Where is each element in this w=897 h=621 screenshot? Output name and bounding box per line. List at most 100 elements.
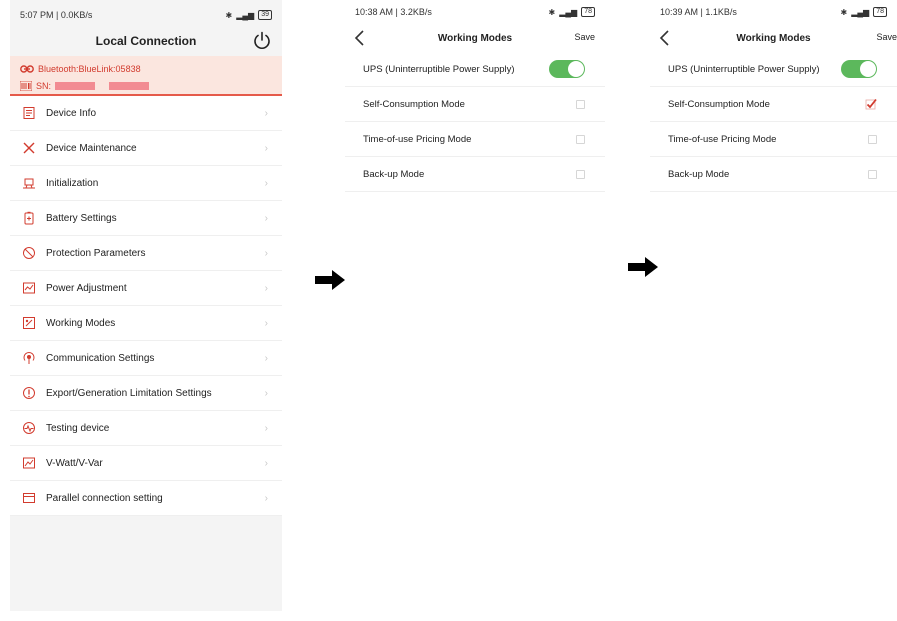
power-icon[interactable]	[252, 30, 272, 50]
menu-item-device-maintenance[interactable]: Device Maintenance ›	[10, 131, 282, 166]
menu-item-label: Battery Settings	[46, 212, 117, 224]
chevron-right-icon: ›	[264, 457, 268, 469]
mode-row[interactable]: Back-up Mode	[650, 157, 897, 192]
page-title: Working Modes	[437, 32, 513, 44]
connection-panel: Bluetooth:BlueLink:05838 SN:	[10, 56, 282, 96]
menu-item-working-modes[interactable]: Working Modes ›	[10, 306, 282, 341]
menu-item-testing-device[interactable]: Testing device ›	[10, 411, 282, 446]
mode-checkbox[interactable]	[865, 98, 877, 110]
chart-icon	[23, 457, 35, 469]
mode-label: UPS (Uninterruptible Power Supply)	[668, 63, 820, 75]
mode-label: Back-up Mode	[363, 168, 425, 180]
mode-checkbox[interactable]	[868, 134, 877, 144]
menu-item-label: Initialization	[46, 177, 99, 189]
mode-row[interactable]: Time-of-use Pricing Mode	[650, 122, 897, 157]
ups-toggle[interactable]	[549, 60, 585, 78]
back-arrow-icon[interactable]	[353, 29, 365, 47]
menu-item-label: Working Modes	[46, 317, 116, 329]
mode-checkbox[interactable]	[868, 169, 877, 179]
chevron-right-icon: ›	[264, 177, 268, 189]
mode-label: Time-of-use Pricing Mode	[668, 133, 777, 145]
menu-item-v-watt-v-var[interactable]: V-Watt/V-Var ›	[10, 446, 282, 481]
mode-checkbox[interactable]	[576, 169, 585, 179]
mode-row[interactable]: Self-Consumption Mode	[650, 87, 897, 122]
menu-item-label: Device Maintenance	[46, 142, 137, 154]
sn-label: SN:	[36, 81, 52, 91]
settings-menu: Device Info › Device Maintenance › Initializ…	[10, 96, 282, 516]
mode-label: UPS (Uninterruptible Power Supply)	[363, 63, 515, 75]
working-modes-screen-after: 10:39 AM | 1.1KB/s ✱ ▂▄▆ 78 Working Mode…	[650, 0, 897, 200]
status-time: 5:07 PM | 0.0KB/s	[20, 10, 93, 20]
menu-item-label: Protection Parameters	[46, 247, 146, 259]
mode-row[interactable]: UPS (Uninterruptible Power Supply)	[345, 52, 605, 87]
initialization-icon	[23, 178, 35, 189]
battery-icon: 78	[581, 7, 595, 17]
menu-item-parallel-connection-setting[interactable]: Parallel connection setting ›	[10, 481, 282, 516]
modes-list: UPS (Uninterruptible Power Supply) Self-C…	[650, 52, 897, 192]
device-info-icon	[23, 107, 35, 119]
chevron-right-icon: ›	[264, 387, 268, 399]
link-icon	[20, 65, 34, 73]
parallel-icon	[23, 493, 35, 503]
mode-label: Time-of-use Pricing Mode	[363, 133, 472, 145]
status-time: 10:38 AM | 3.2KB/s	[355, 7, 432, 17]
chevron-right-icon: ›	[264, 247, 268, 259]
status-bar: 5:07 PM | 0.0KB/s ✱ ▂▄▆ 39	[10, 0, 282, 26]
status-bar: 10:38 AM | 3.2KB/s ✱ ▂▄▆ 78	[345, 0, 605, 24]
chevron-right-icon: ›	[264, 282, 268, 294]
menu-item-export-generation-limitation-settings[interactable]: Export/Generation Limitation Settings ›	[10, 376, 282, 411]
status-icons: ✱ ▂▄▆ 78	[549, 7, 595, 17]
chevron-right-icon: ›	[264, 107, 268, 119]
ups-toggle[interactable]	[841, 60, 877, 78]
battery-icon	[24, 211, 34, 225]
mode-label: Self-Consumption Mode	[668, 98, 770, 110]
working-modes-screen-before: 10:38 AM | 3.2KB/s ✱ ▂▄▆ 78 Working Mode…	[345, 0, 605, 200]
chevron-right-icon: ›	[264, 317, 268, 329]
signal-icon: ▂▄▆	[559, 7, 578, 17]
menu-item-communication-settings[interactable]: Communication Settings ›	[10, 341, 282, 376]
mode-row[interactable]: Self-Consumption Mode	[345, 87, 605, 122]
menu-item-label: V-Watt/V-Var	[46, 457, 103, 469]
status-bar: 10:39 AM | 1.1KB/s ✱ ▂▄▆ 78	[650, 0, 897, 24]
modes-list: UPS (Uninterruptible Power Supply) Self-C…	[345, 52, 605, 192]
mode-row[interactable]: Back-up Mode	[345, 157, 605, 192]
save-button[interactable]: Save	[574, 32, 595, 42]
chevron-right-icon: ›	[264, 352, 268, 364]
save-button[interactable]: Save	[876, 32, 897, 42]
local-connection-screen: 5:07 PM | 0.0KB/s ✱ ▂▄▆ 39 Local Connect…	[10, 0, 282, 611]
page-title: Local Connection	[95, 34, 197, 48]
menu-item-label: Testing device	[46, 422, 110, 434]
bluetooth-label: Bluetooth:BlueLink:05838	[38, 64, 141, 74]
chevron-right-icon: ›	[264, 142, 268, 154]
checkmark-icon	[865, 98, 877, 110]
protection-icon	[23, 247, 35, 259]
signal-icon: ▂▄▆	[236, 10, 255, 20]
menu-item-initialization[interactable]: Initialization ›	[10, 166, 282, 201]
working-modes-icon	[23, 317, 35, 329]
menu-item-label: Communication Settings	[46, 352, 155, 364]
menu-item-label: Power Adjustment	[46, 282, 127, 294]
menu-item-protection-parameters[interactable]: Protection Parameters ›	[10, 236, 282, 271]
status-icons: ✱ ▂▄▆ 78	[841, 7, 887, 17]
redacted-block	[55, 82, 96, 90]
signal-icon: ▂▄▆	[851, 7, 870, 17]
mode-row[interactable]: UPS (Uninterruptible Power Supply)	[650, 52, 897, 87]
menu-item-battery-settings[interactable]: Battery Settings ›	[10, 201, 282, 236]
chevron-right-icon: ›	[264, 492, 268, 504]
battery-icon: 39	[258, 10, 272, 20]
header: Working Modes Save	[345, 24, 605, 52]
arrow-right-icon	[628, 257, 658, 277]
header: Working Modes Save	[650, 24, 897, 52]
export-limit-icon	[23, 387, 35, 399]
back-arrow-icon[interactable]	[658, 29, 670, 47]
testing-icon	[23, 422, 35, 434]
arrow-right-icon	[315, 270, 345, 290]
menu-item-device-info[interactable]: Device Info ›	[10, 96, 282, 131]
menu-item-power-adjustment[interactable]: Power Adjustment ›	[10, 271, 282, 306]
mode-checkbox[interactable]	[576, 134, 585, 144]
mode-row[interactable]: Time-of-use Pricing Mode	[345, 122, 605, 157]
communication-icon	[23, 352, 35, 364]
mode-checkbox[interactable]	[576, 99, 585, 109]
battery-icon: 78	[873, 7, 887, 17]
tools-icon	[23, 142, 35, 154]
